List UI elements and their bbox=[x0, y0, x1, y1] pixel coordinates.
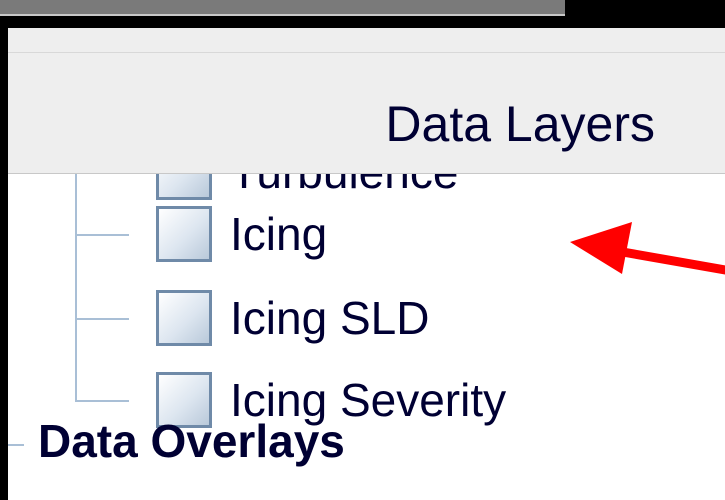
tree-item-label: Turbulence bbox=[230, 174, 458, 199]
panel-title: Data Layers bbox=[385, 96, 655, 152]
annotation-arrow-icon bbox=[570, 222, 725, 275]
panel-divider bbox=[8, 28, 725, 53]
tree-connector bbox=[8, 444, 24, 446]
tree-connector bbox=[75, 318, 129, 320]
window-top-strip bbox=[0, 0, 725, 28]
tree-item-turbulence[interactable]: Turbulence bbox=[156, 174, 458, 204]
tree-connector-vertical bbox=[75, 174, 77, 400]
checkbox[interactable] bbox=[156, 174, 212, 200]
checkbox[interactable] bbox=[156, 206, 212, 262]
panel-header: Data Layers bbox=[8, 53, 725, 174]
horizontal-scrollbar[interactable] bbox=[0, 0, 565, 16]
checkbox[interactable] bbox=[156, 290, 212, 346]
tree-item-label: Icing bbox=[230, 208, 328, 260]
tree-connector bbox=[75, 400, 129, 402]
tree-node-data-overlays[interactable]: Data Overlays bbox=[38, 414, 345, 468]
tree-item-label: Icing SLD bbox=[230, 292, 430, 344]
tree-item-icing[interactable]: Icing bbox=[156, 202, 327, 266]
tree-connector bbox=[75, 234, 129, 236]
tree-item-icing-sld[interactable]: Icing SLD bbox=[156, 286, 429, 350]
